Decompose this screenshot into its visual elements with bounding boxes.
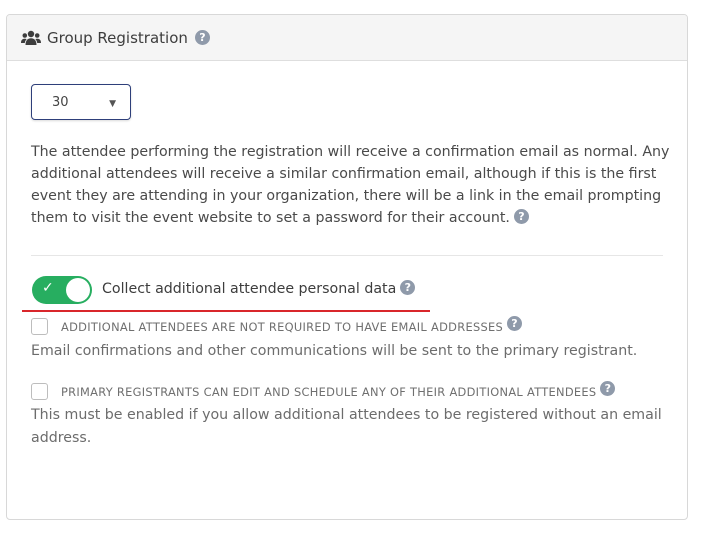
divider — [31, 255, 663, 256]
help-icon[interactable]: ? — [194, 30, 210, 45]
check-icon: ✓ — [42, 280, 54, 296]
help-icon[interactable]: ? — [400, 279, 416, 295]
edit-schedule-checkbox[interactable] — [31, 383, 48, 400]
help-icon[interactable]: ? — [600, 381, 616, 396]
edit-schedule-label-text: PRIMARY REGISTRANTS CAN EDIT AND SCHEDUL… — [61, 385, 597, 399]
collect-data-toggle[interactable]: ✓ — [32, 276, 92, 304]
panel-header: Group Registration ? — [7, 15, 687, 61]
group-size-value: 30 — [52, 94, 69, 110]
help-icon[interactable]: ? — [513, 208, 529, 224]
registration-description-text: The attendee performing the registration… — [31, 144, 670, 226]
toggle-knob — [66, 278, 90, 302]
group-size-select[interactable]: 30 ▼ — [31, 84, 131, 120]
no-email-required-checkbox[interactable] — [31, 318, 48, 335]
users-icon — [21, 30, 41, 46]
highlight-underline — [22, 310, 430, 312]
no-email-required-description: Email confirmations and other communicat… — [31, 343, 638, 359]
registration-description: The attendee performing the registration… — [31, 141, 671, 229]
edit-schedule-label: PRIMARY REGISTRANTS CAN EDIT AND SCHEDUL… — [61, 381, 616, 400]
help-icon[interactable]: ? — [507, 316, 523, 331]
panel-title: Group Registration — [47, 28, 188, 47]
group-registration-panel: Group Registration ? 30 ▼ The attendee p… — [6, 14, 688, 520]
no-email-required-label: ADDITIONAL ATTENDEES ARE NOT REQUIRED TO… — [61, 316, 523, 335]
edit-schedule-description: This must be enabled if you allow additi… — [31, 407, 662, 446]
collect-data-label: Collect additional attendee personal dat… — [102, 279, 416, 297]
chevron-down-icon: ▼ — [109, 99, 116, 109]
collect-data-label-text: Collect additional attendee personal dat… — [102, 281, 397, 297]
no-email-required-label-text: ADDITIONAL ATTENDEES ARE NOT REQUIRED TO… — [61, 320, 504, 334]
